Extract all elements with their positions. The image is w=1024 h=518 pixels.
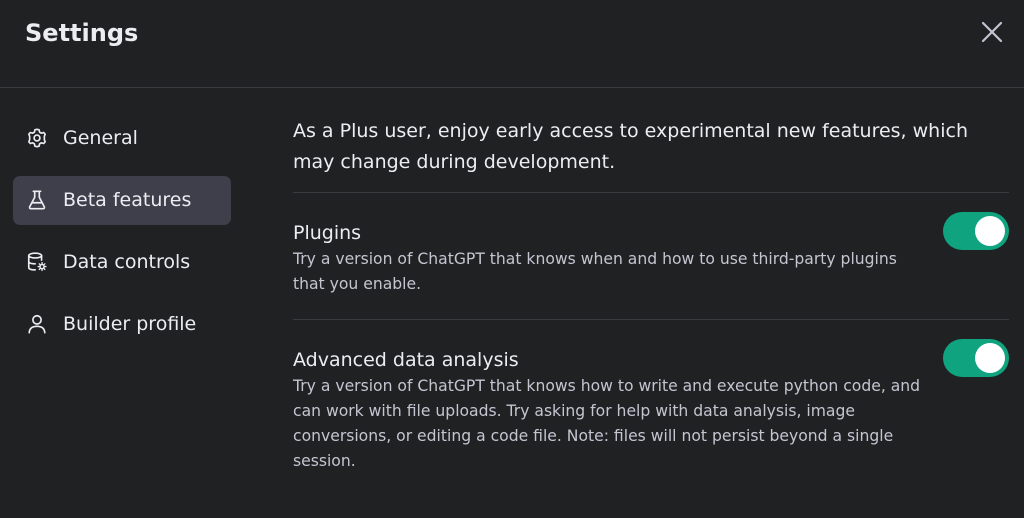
sidebar-item-label: Beta features: [63, 189, 192, 211]
intro-text: As a Plus user, enjoy early access to ex…: [293, 120, 968, 173]
close-icon: [981, 21, 1003, 43]
close-button[interactable]: [978, 18, 1006, 46]
sidebar-item-builder-profile[interactable]: Builder profile: [13, 300, 231, 349]
sidebar-item-label: General: [63, 127, 138, 149]
sidebar-item-beta-features[interactable]: Beta features: [13, 176, 231, 225]
sidebar-item-general[interactable]: General: [13, 114, 231, 163]
beta-features-panel: As a Plus user, enjoy early access to ex…: [293, 114, 1009, 474]
database-gear-icon: [27, 252, 47, 272]
person-icon: [28, 314, 46, 334]
feature-description: Try a version of ChatGPT that knows when…: [293, 250, 897, 293]
plugins-toggle[interactable]: [943, 212, 1009, 250]
feature-title: Advanced data analysis: [293, 349, 519, 371]
sidebar-item-label: Builder profile: [63, 313, 197, 335]
advanced-data-analysis-toggle[interactable]: [943, 339, 1009, 377]
settings-header: Settings: [0, 0, 1024, 88]
feature-description: Try a version of ChatGPT that knows how …: [293, 377, 921, 470]
feature-title: Plugins: [293, 222, 362, 244]
toggle-knob: [975, 343, 1005, 373]
flask-icon: [28, 190, 46, 210]
feature-plugins: Plugins Try a version of ChatGPT that kn…: [293, 193, 1009, 319]
sidebar-item-data-controls[interactable]: Data controls: [13, 238, 231, 287]
page-title: Settings: [25, 19, 139, 47]
feature-advanced-data-analysis: Advanced data analysis Try a version of …: [293, 320, 1009, 474]
sidebar-item-label: Data controls: [63, 251, 191, 273]
toggle-knob: [975, 216, 1005, 246]
settings-sidebar: General Beta features Data controls Buil…: [13, 114, 231, 362]
gear-icon: [28, 128, 46, 148]
